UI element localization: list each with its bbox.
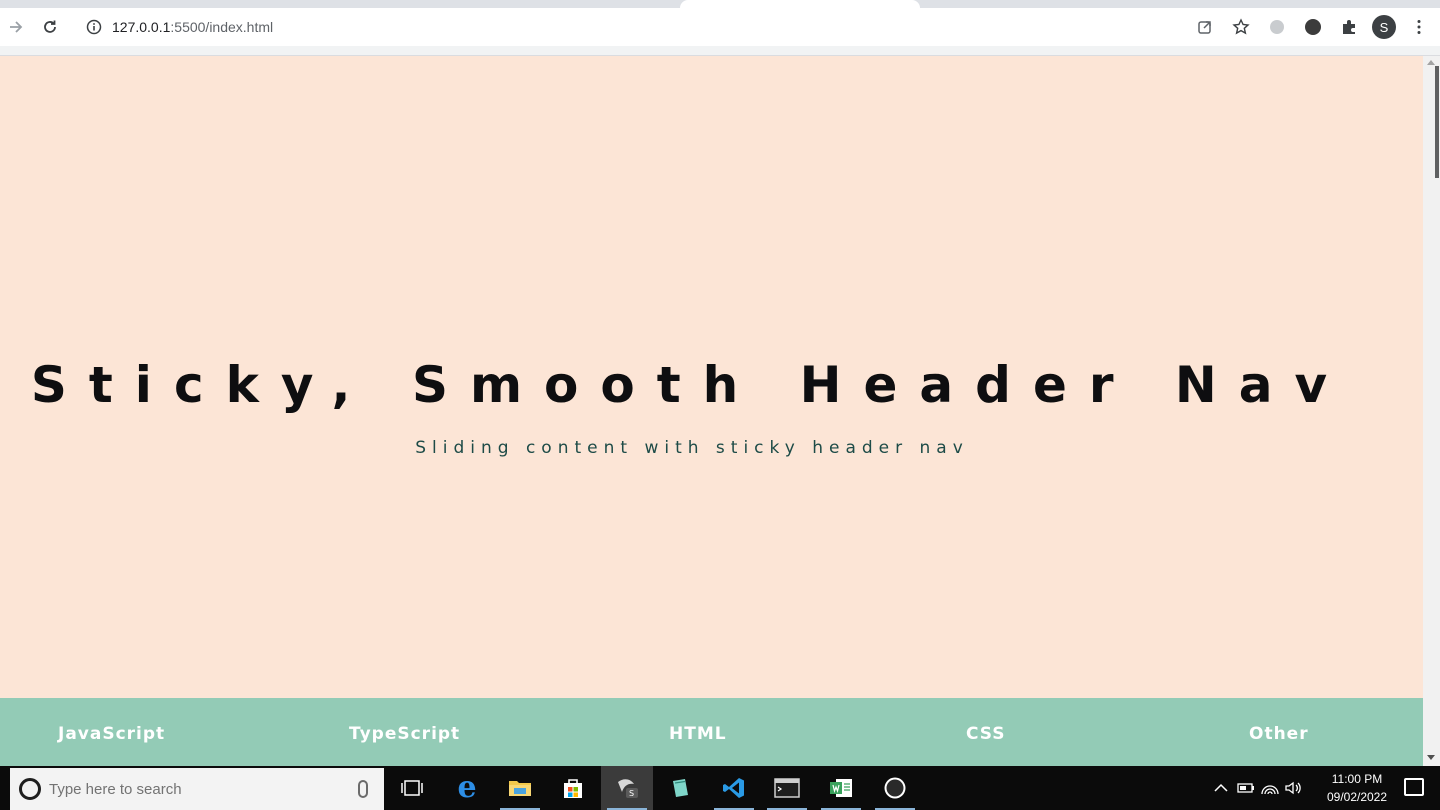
nav-item-css[interactable]: CSS <box>966 724 1006 744</box>
system-tray <box>1210 766 1306 810</box>
cortana-icon <box>19 778 41 800</box>
store-app[interactable] <box>547 766 599 810</box>
extension-button-1[interactable] <box>1264 13 1290 41</box>
vscode-app[interactable] <box>708 766 760 810</box>
page-viewport: Sticky, Smooth Header Nav Sliding conten… <box>0 56 1423 766</box>
puzzle-icon <box>1343 20 1355 34</box>
menu-button[interactable] <box>1406 13 1432 41</box>
reload-button[interactable] <box>36 13 64 41</box>
vertical-scrollbar[interactable] <box>1423 56 1440 766</box>
file-explorer-icon <box>509 781 531 796</box>
nav-item-other[interactable]: Other <box>1249 724 1309 744</box>
arrow-right-icon <box>10 21 23 33</box>
tab-strip <box>0 0 1440 8</box>
notification-center-icon[interactable] <box>1404 778 1424 796</box>
info-icon[interactable] <box>86 19 102 35</box>
word-icon <box>830 779 852 797</box>
bookmarks-bar <box>0 46 1440 56</box>
address-bar[interactable]: 127.0.0.1:5500/index.html <box>76 12 1260 42</box>
extensions-button[interactable] <box>1336 13 1362 41</box>
chevron-up-icon[interactable] <box>1210 778 1232 798</box>
task-view-icon <box>401 780 423 796</box>
star-icon <box>1232 18 1250 35</box>
url-host: 127.0.0.1 <box>112 19 171 35</box>
taskbar-search[interactable]: Type here to search <box>10 768 384 810</box>
notes-icon <box>673 779 688 797</box>
reload-icon <box>44 20 56 33</box>
extension-icon <box>1270 20 1284 34</box>
profile-avatar[interactable]: S <box>1372 15 1396 39</box>
scroll-thumb[interactable] <box>1435 66 1439 178</box>
edge-icon: e <box>457 770 477 805</box>
kebab-menu-icon <box>1417 20 1421 34</box>
hero-title: Sticky, Smooth Header Nav <box>30 356 1350 414</box>
hero-subtitle: Sliding content with sticky header nav <box>415 438 969 458</box>
browser-toolbar: 127.0.0.1:5500/index.html S <box>0 8 1440 46</box>
file-explorer-app[interactable] <box>494 766 546 810</box>
svg-text:S: S <box>629 789 634 798</box>
url-path: :5500/index.html <box>170 19 274 35</box>
nav-item-html[interactable]: HTML <box>669 724 727 744</box>
bookmark-button[interactable] <box>1228 13 1254 41</box>
wifi-icon[interactable] <box>1258 778 1282 798</box>
obs-app[interactable] <box>869 766 921 810</box>
share-button[interactable] <box>1192 13 1218 41</box>
search-placeholder: Type here to search <box>49 780 182 798</box>
scroll-up-arrow-icon[interactable] <box>1427 60 1435 65</box>
store-icon <box>564 779 582 798</box>
obs-icon <box>884 777 906 799</box>
terminal-icon <box>774 778 800 798</box>
forward-button[interactable] <box>2 13 30 41</box>
taskbar: Type here to search e S 11:00 PM 09/02/2… <box>0 766 1440 810</box>
extension-icon <box>1305 19 1321 35</box>
url-text: 127.0.0.1:5500/index.html <box>112 19 273 35</box>
sticky-nav: JavaScript TypeScript HTML CSS Other <box>0 698 1423 766</box>
clock-time: 11:00 PM <box>1331 772 1383 786</box>
sublime-icon: S <box>618 779 638 798</box>
scroll-down-arrow-icon[interactable] <box>1427 755 1435 760</box>
task-view-button[interactable] <box>386 766 438 810</box>
nav-item-javascript[interactable]: JavaScript <box>58 724 165 744</box>
toolbar-actions: S <box>1192 13 1432 41</box>
sublime-app[interactable]: S <box>601 766 653 810</box>
word-app[interactable] <box>815 766 867 810</box>
active-tab[interactable] <box>680 0 920 8</box>
terminal-app[interactable] <box>761 766 813 810</box>
nav-item-typescript[interactable]: TypeScript <box>349 724 460 744</box>
extension-button-2[interactable] <box>1300 13 1326 41</box>
battery-icon[interactable] <box>1232 778 1258 798</box>
edge-app[interactable]: e <box>441 766 493 810</box>
share-icon <box>1198 21 1211 34</box>
volume-icon[interactable] <box>1282 778 1306 798</box>
notes-app[interactable] <box>654 766 706 810</box>
clock-date: 09/02/2022 <box>1326 790 1388 804</box>
taskbar-clock[interactable]: 11:00 PM 09/02/2022 <box>1312 770 1402 806</box>
microphone-icon[interactable] <box>358 780 368 798</box>
vscode-icon <box>723 778 744 798</box>
